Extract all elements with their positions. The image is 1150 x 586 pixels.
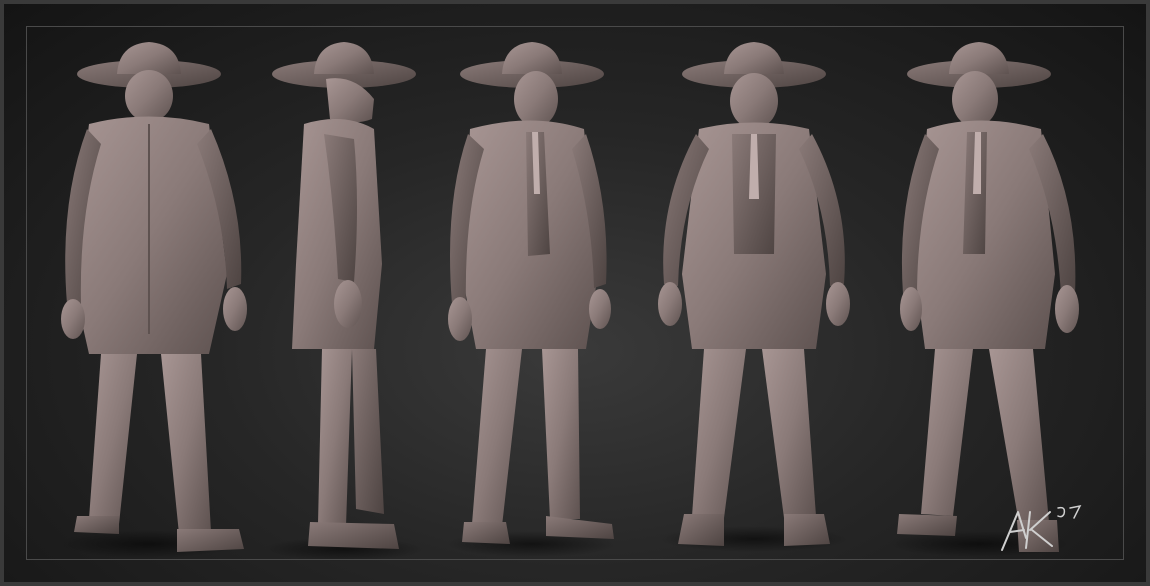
figure-side-view bbox=[264, 42, 424, 561]
turnaround-stage bbox=[59, 42, 1079, 561]
figure-three-quarter-left-view bbox=[447, 42, 617, 557]
artist-signature bbox=[1001, 504, 1082, 551]
figure-front-view bbox=[658, 42, 850, 552]
figure-three-quarter-right-view bbox=[889, 42, 1079, 557]
figure-back-view bbox=[59, 42, 247, 558]
render-frame bbox=[0, 0, 1150, 586]
